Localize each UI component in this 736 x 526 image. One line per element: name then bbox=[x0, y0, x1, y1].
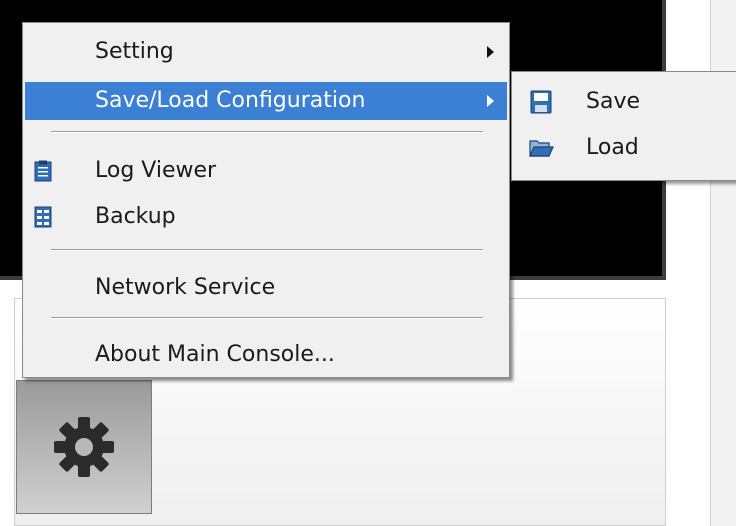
submenu-item-label: Save bbox=[586, 89, 641, 114]
submenu-item-save[interactable]: Save bbox=[514, 82, 734, 122]
settings-gear-button[interactable] bbox=[16, 380, 152, 514]
menu-item-about-main-console[interactable]: About Main Console... bbox=[25, 336, 507, 374]
folder-open-icon bbox=[529, 140, 554, 157]
menu-item-log-viewer[interactable]: Log Viewer bbox=[25, 152, 507, 190]
menu-item-setting[interactable]: Setting bbox=[25, 33, 507, 71]
menu-item-label: Network Service bbox=[95, 275, 276, 300]
menu-item-label: Backup bbox=[95, 204, 176, 229]
main-context-menu: Setting Save/Load Configuration Log View… bbox=[22, 22, 510, 378]
submenu-item-label: Load bbox=[586, 135, 639, 160]
menu-item-backup[interactable]: Backup bbox=[25, 198, 507, 236]
menu-item-label: Setting bbox=[95, 39, 174, 64]
menu-separator bbox=[51, 317, 483, 319]
floppy-disk-icon bbox=[530, 90, 552, 114]
clipboard-icon bbox=[34, 160, 52, 182]
menu-item-label: Save/Load Configuration bbox=[95, 88, 366, 113]
menu-item-save-load-configuration[interactable]: Save/Load Configuration bbox=[25, 82, 507, 120]
submenu-arrow-icon bbox=[487, 46, 494, 58]
menu-separator bbox=[51, 131, 483, 133]
submenu-item-load[interactable]: Load bbox=[514, 128, 734, 168]
menu-item-label: About Main Console... bbox=[95, 342, 335, 367]
menu-item-label: Log Viewer bbox=[95, 158, 217, 183]
save-load-submenu: Save Load bbox=[511, 71, 736, 181]
menu-separator bbox=[51, 249, 483, 251]
backup-icon bbox=[34, 206, 52, 228]
gear-icon bbox=[54, 417, 114, 477]
menu-item-network-service[interactable]: Network Service bbox=[25, 269, 507, 307]
submenu-arrow-icon bbox=[487, 95, 494, 107]
